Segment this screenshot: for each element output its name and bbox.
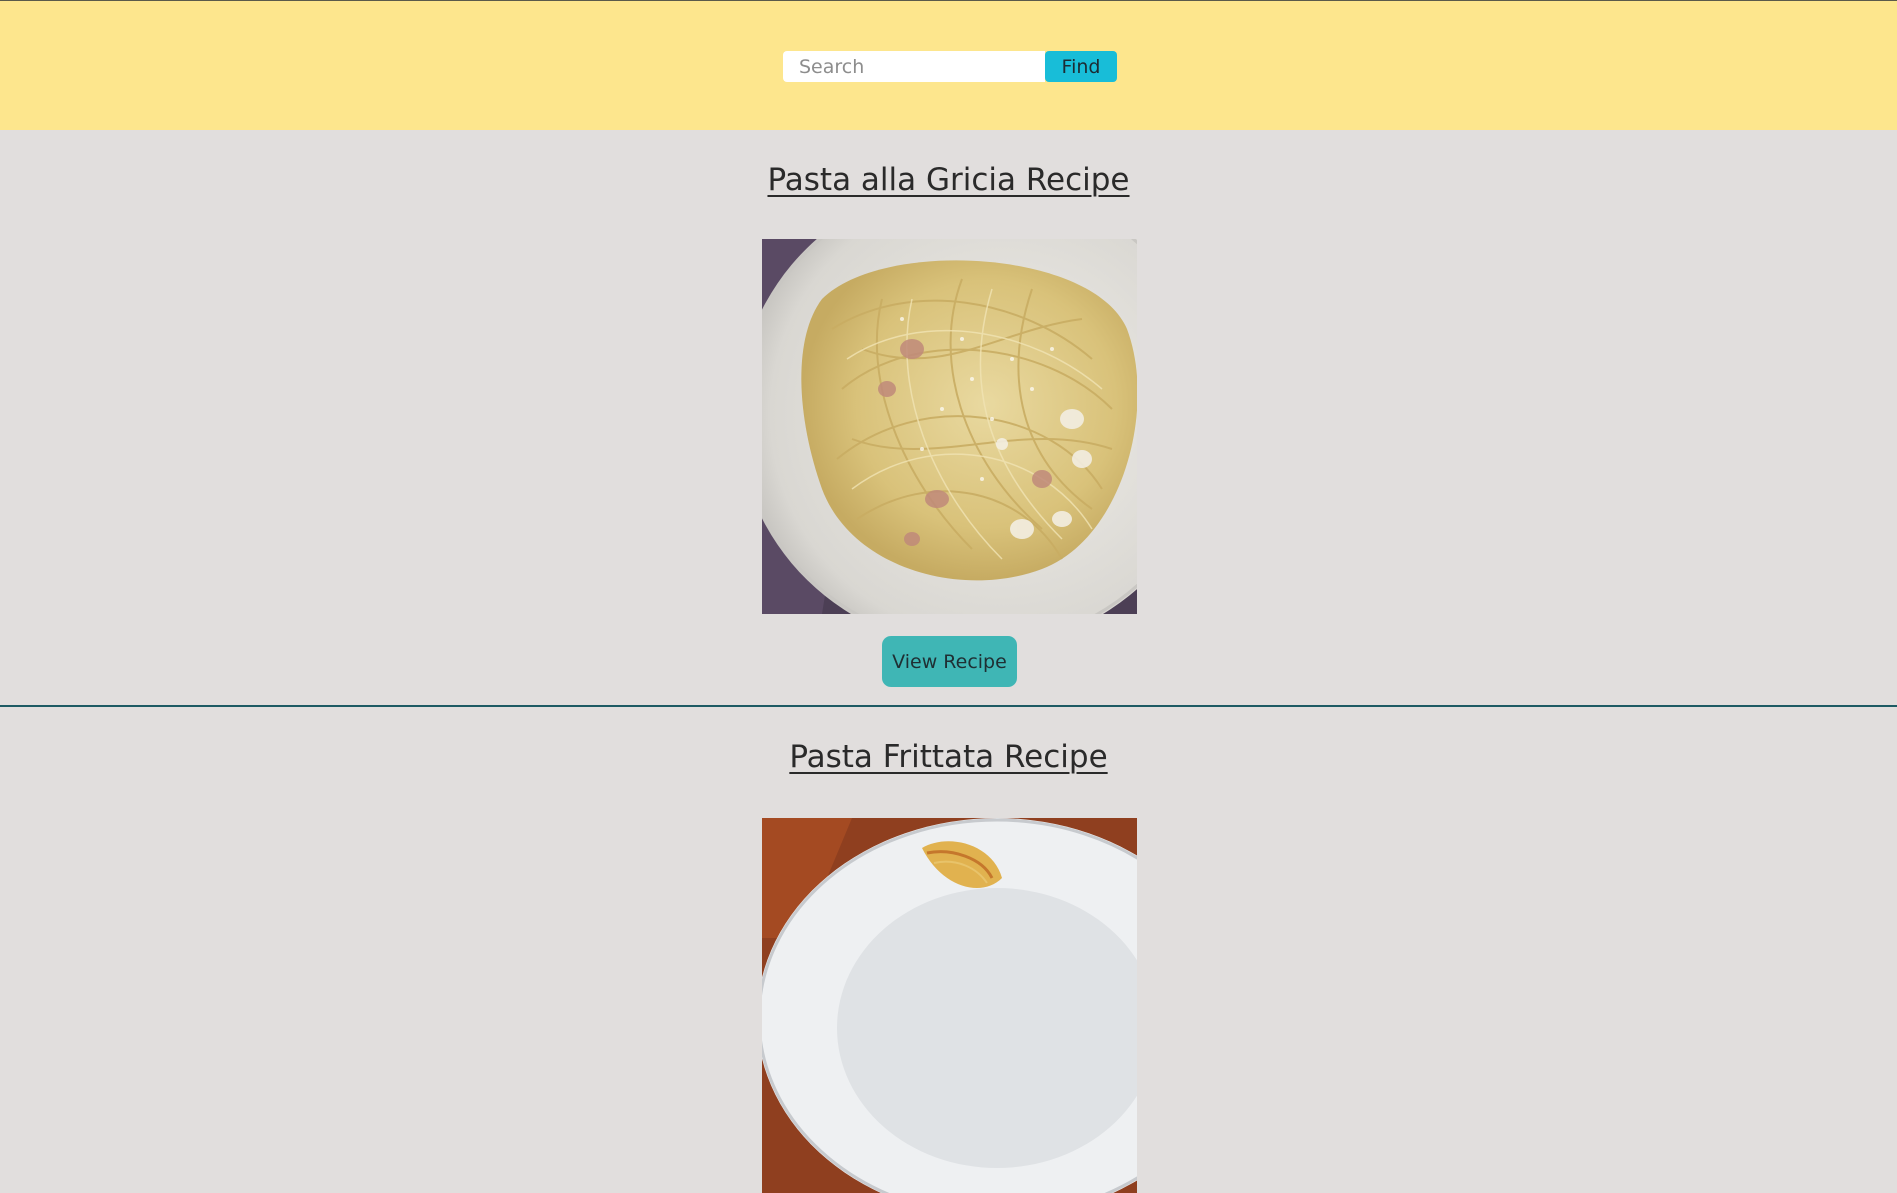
recipe-image — [762, 818, 1137, 1193]
pasta-frittata-photo — [762, 818, 1137, 1193]
site-header: Find — [0, 0, 1897, 130]
search-input[interactable] — [783, 51, 1045, 82]
recipe-card: Pasta alla Gricia Recipe View Recipe — [0, 130, 1897, 705]
find-button[interactable]: Find — [1045, 51, 1117, 82]
recipe-title-link[interactable]: Pasta Frittata Recipe — [0, 737, 1897, 777]
recipe-card: Pasta Frittata Recipe — [0, 707, 1897, 1193]
recipe-image — [762, 239, 1137, 614]
search-form: Find — [783, 51, 1117, 82]
pasta-gricia-photo — [762, 239, 1137, 614]
view-recipe-button[interactable]: View Recipe — [882, 636, 1017, 687]
recipe-title-link[interactable]: Pasta alla Gricia Recipe — [0, 160, 1897, 200]
